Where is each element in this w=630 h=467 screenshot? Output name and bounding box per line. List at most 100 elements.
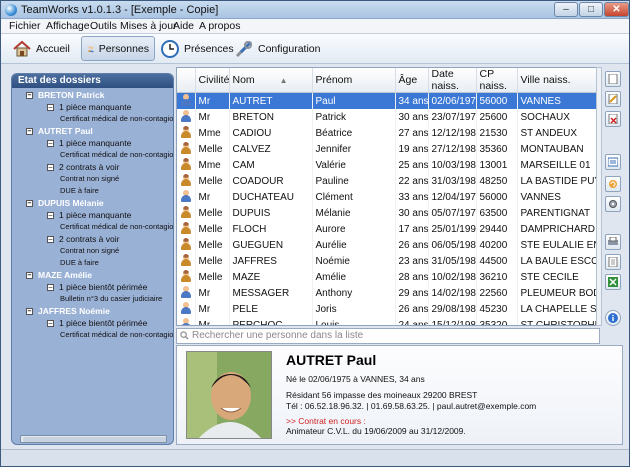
collapse-toggle-icon[interactable]: – xyxy=(47,320,54,327)
col-header-age[interactable]: Âge xyxy=(395,68,429,93)
menu-affichage[interactable]: Affichage xyxy=(46,20,90,32)
table-row[interactable]: MelleCOADOURPauline22 ans31/03/198748250… xyxy=(177,173,599,189)
tree-person-node[interactable]: – BRETON Patrick xyxy=(12,90,173,102)
collapse-toggle-icon[interactable]: – xyxy=(47,236,54,243)
tree-detail-item[interactable]: Certificat médical de non-contagion xyxy=(12,114,173,126)
table-row[interactable]: MelleCALVEZJennifer19 ans27/12/198935360… xyxy=(177,141,599,157)
menu-aide[interactable]: Aide xyxy=(173,20,194,32)
nom-cell: DUPUIS xyxy=(229,205,313,221)
search-input[interactable]: Rechercher une personne dans la liste xyxy=(176,328,600,344)
menu-fichier[interactable]: Fichier xyxy=(9,20,41,32)
edit-button[interactable] xyxy=(605,91,621,107)
tree-issue-node[interactable]: –1 pièce manquante xyxy=(12,102,173,114)
prenom-cell: Pauline xyxy=(312,173,396,189)
tree-issue-node[interactable]: –1 pièce manquante xyxy=(12,138,173,150)
refresh-button[interactable] xyxy=(605,176,621,192)
tree-detail-item[interactable]: Certificat médical de non-contagion xyxy=(12,222,173,234)
presences-button[interactable]: Présences xyxy=(155,36,239,61)
tools-icon xyxy=(235,40,253,57)
new-document-button[interactable] xyxy=(605,71,621,87)
title-bar[interactable]: TeamWorks v1.0.1.3 - [Exemple - Copie] –… xyxy=(1,1,629,19)
date-naiss-cell: 31/05/1985 xyxy=(428,253,477,269)
list-view-button[interactable] xyxy=(605,154,621,170)
tree-detail-item[interactable]: Certificat médical de non-contagion xyxy=(12,330,173,342)
table-row[interactable]: MrBRETONPatrick30 ans23/07/197825600SOCH… xyxy=(177,109,599,125)
table-row[interactable]: MelleGUEGUENAurélie26 ans06/05/198340200… xyxy=(177,237,599,253)
col-header-prenom[interactable]: Prénom xyxy=(312,68,396,93)
tree-issue-node[interactable]: –1 pièce bientôt périmée xyxy=(12,282,173,294)
table-row[interactable]: MrPERCHOCLouis24 ans15/12/198435320ST CH… xyxy=(177,317,599,325)
gender-cell xyxy=(177,157,196,173)
tree-detail-item[interactable]: Contrat non signé xyxy=(12,246,173,258)
minimize-button[interactable]: – xyxy=(554,2,578,17)
maximize-button[interactable]: □ xyxy=(579,2,603,17)
tree-issue-node[interactable]: –1 pièce manquante xyxy=(12,210,173,222)
tree-node-label: 1 pièce bientôt périmée xyxy=(59,282,148,292)
delete-button[interactable] xyxy=(605,111,621,127)
col-header-cp-naiss[interactable]: CP naiss. xyxy=(476,68,518,93)
table-row[interactable]: MrPELEJoris26 ans29/08/198245230LA CHAPE… xyxy=(177,301,599,317)
date-naiss-cell: 27/12/1989 xyxy=(428,141,477,157)
table-row[interactable]: MrAUTRETPaul34 ans02/06/197556000VANNES xyxy=(177,92,599,109)
collapse-toggle-icon[interactable]: – xyxy=(26,272,33,279)
table-row[interactable]: MelleMAZEAmélie28 ans10/02/198136210STE … xyxy=(177,269,599,285)
tree-detail-item[interactable]: DUE à faire xyxy=(12,186,173,198)
collapse-toggle-icon[interactable]: – xyxy=(47,140,54,147)
collapse-toggle-icon[interactable]: – xyxy=(26,200,33,207)
settings-button[interactable] xyxy=(605,196,621,212)
tree-detail-item[interactable]: Contrat non signé xyxy=(12,174,173,186)
col-header-date-naiss[interactable]: Date naiss. xyxy=(428,68,477,93)
configuration-button[interactable]: Configuration xyxy=(229,36,325,61)
tree-detail-item[interactable]: DUE à faire xyxy=(12,258,173,270)
table-row[interactable]: MrMESSAGERAnthony29 ans14/02/198022560PL… xyxy=(177,285,599,301)
tree-node-label: 2 contrats à voir xyxy=(59,234,120,244)
tree-person-node[interactable]: – MAZE Amélie xyxy=(12,270,173,282)
accueil-button[interactable]: Accueil xyxy=(7,36,75,61)
tree-person-node[interactable]: – JAFFRES Noémie xyxy=(12,306,173,318)
dossiers-horizontal-scrollbar[interactable] xyxy=(20,435,167,443)
table-row[interactable]: MelleFLOCHAurore17 ans25/01/199229440DAM… xyxy=(177,221,599,237)
tree-detail-item[interactable]: Bulletin n°3 du casier judiciaire xyxy=(12,294,173,306)
table-vertical-scrollbar[interactable] xyxy=(596,67,602,326)
scrollbar-thumb[interactable] xyxy=(23,437,166,442)
export-excel-button[interactable] xyxy=(605,274,621,290)
age-cell: 17 ans xyxy=(395,221,429,237)
print-button[interactable] xyxy=(605,234,621,250)
table-row[interactable]: MelleJAFFRESNoémie23 ans31/05/198544500L… xyxy=(177,253,599,269)
tree-person-node[interactable]: – DUPUIS Mélanie xyxy=(12,198,173,210)
col-header-icon[interactable] xyxy=(177,68,196,93)
menu-mises-a-jour[interactable]: Mises à jour xyxy=(120,20,177,32)
col-header-nom-label: Nom xyxy=(232,74,255,86)
menu-outils[interactable]: Outils xyxy=(90,20,117,32)
male-person-icon xyxy=(180,318,192,325)
col-header-civilite[interactable]: Civilité xyxy=(195,68,230,93)
table-row[interactable]: MelleDUPUISMélanie30 ans05/07/197963500P… xyxy=(177,205,599,221)
collapse-toggle-icon[interactable]: – xyxy=(26,128,33,135)
collapse-toggle-icon[interactable]: – xyxy=(47,104,54,111)
col-header-nom[interactable]: Nom ▲ xyxy=(229,68,313,93)
help-button[interactable] xyxy=(605,310,621,326)
col-header-ville-naiss[interactable]: Ville naiss. xyxy=(517,68,599,93)
excel-icon xyxy=(608,277,618,287)
tree-issue-node[interactable]: –2 contrats à voir xyxy=(12,162,173,174)
tree-issue-node[interactable]: –1 pièce bientôt périmée xyxy=(12,318,173,330)
age-cell: 29 ans xyxy=(395,285,429,301)
document-button[interactable] xyxy=(605,254,621,270)
ville-naiss-cell: LA BASTIDE PUY... xyxy=(517,173,599,189)
collapse-toggle-icon[interactable]: – xyxy=(47,164,54,171)
tree-detail-item[interactable]: Certificat médical de non-contagion xyxy=(12,150,173,162)
table-row[interactable]: MmeCADIOUBéatrice27 ans12/12/198121530ST… xyxy=(177,125,599,141)
collapse-toggle-icon[interactable]: – xyxy=(26,92,33,99)
tree-person-node[interactable]: – AUTRET Paul xyxy=(12,126,173,138)
collapse-toggle-icon[interactable]: – xyxy=(47,212,54,219)
personnes-button[interactable]: Personnes xyxy=(81,36,155,61)
menu-a-propos[interactable]: A propos xyxy=(199,20,240,32)
tree-issue-node[interactable]: –2 contrats à voir xyxy=(12,234,173,246)
collapse-toggle-icon[interactable]: – xyxy=(47,284,54,291)
collapse-toggle-icon[interactable]: – xyxy=(26,308,33,315)
table-row[interactable]: MrDUCHATEAUClément33 ans12/04/197656000V… xyxy=(177,189,599,205)
tree-node-label: Certificat médical de non-contagion xyxy=(60,114,174,123)
table-row[interactable]: MmeCAMValérie25 ans10/03/198413001MARSEI… xyxy=(177,157,599,173)
cp-naiss-cell: 44500 xyxy=(476,253,518,269)
close-button[interactable]: ✕ xyxy=(604,2,629,17)
